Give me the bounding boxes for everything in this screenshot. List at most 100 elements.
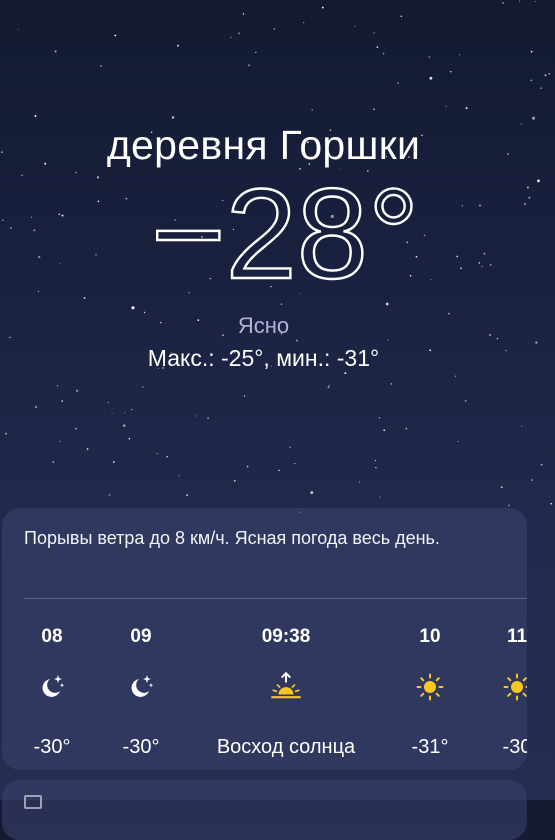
star [534, 0, 536, 3]
star [54, 50, 57, 53]
current-temperature: −28° [150, 162, 421, 307]
sunrise-icon [271, 672, 301, 699]
hour-item: 10 -31° [385, 598, 475, 770]
current-temperature-block: −28° [0, 162, 555, 310]
star [465, 107, 468, 110]
star [56, 385, 59, 387]
star [112, 461, 115, 464]
star [521, 425, 523, 427]
star [294, 462, 296, 465]
star [328, 384, 331, 386]
hour-time: 10 [419, 626, 441, 647]
star [375, 466, 377, 469]
hour-time: 11 [506, 626, 527, 647]
star [195, 415, 197, 417]
hour-time: 09 [130, 626, 152, 647]
star [128, 437, 131, 440]
star [531, 479, 533, 481]
hour-time: 08 [41, 626, 63, 647]
star [303, 22, 305, 24]
star [502, 2, 504, 4]
star [244, 395, 246, 397]
star [387, 339, 389, 341]
star [450, 71, 452, 73]
star [358, 481, 361, 483]
star [311, 109, 313, 111]
star [61, 400, 64, 402]
star [530, 50, 533, 53]
hourly-forecast-scroller[interactable]: 08 -30° 09 -30° 09:38 Восход солнца 10 -… [2, 598, 527, 770]
hour-time: 09:38 [261, 626, 311, 647]
star [530, 79, 533, 82]
star [178, 474, 180, 477]
hour-item: 08 -30° [7, 598, 97, 770]
star [107, 401, 109, 403]
star [390, 383, 393, 385]
star [540, 87, 542, 89]
star [35, 406, 37, 408]
star [458, 54, 461, 56]
moon-stars-icon [131, 675, 154, 697]
star [296, 339, 298, 342]
star [544, 74, 547, 77]
star [376, 46, 379, 48]
star [156, 453, 158, 455]
star [540, 463, 543, 466]
star [400, 15, 403, 18]
star [464, 399, 467, 402]
star [246, 465, 249, 468]
next-forecast-card[interactable] [2, 780, 527, 840]
forecast-summary: Порывы ветра до 8 км/ч. Ясная погода вес… [24, 528, 440, 548]
star [131, 408, 133, 411]
star [378, 417, 381, 419]
star [321, 6, 324, 9]
star [289, 446, 291, 449]
star [5, 432, 7, 435]
star [114, 34, 117, 37]
star [518, 0, 520, 2]
hour-item: 09 -30° [96, 598, 186, 770]
high-low-temperatures: Макс.: -25°, мин.: -31° [147, 345, 380, 371]
sun-icon [503, 673, 527, 701]
current-temperature-value: −28° [151, 170, 419, 306]
star [535, 341, 538, 344]
star [17, 28, 19, 30]
star [454, 375, 456, 377]
hour-item-sunrise: 09:38 Восход солнца [196, 598, 376, 770]
star [207, 417, 210, 420]
star [124, 412, 126, 414]
star [373, 32, 375, 34]
star [550, 502, 553, 505]
star [457, 441, 459, 443]
star [310, 491, 314, 495]
star [122, 424, 126, 427]
star [242, 13, 245, 15]
star [86, 448, 89, 450]
star [111, 412, 113, 414]
star [383, 429, 386, 432]
location-name: деревня Горшки [106, 122, 421, 168]
hour-temperature: -31° [411, 736, 449, 758]
hourly-forecast-card[interactable]: Порывы ветра до 8 км/ч. Ясная погода вес… [2, 508, 527, 770]
star [273, 28, 276, 30]
star [100, 65, 102, 67]
star [34, 115, 37, 117]
star [75, 389, 79, 392]
star [429, 76, 433, 80]
hour-temperature: -30 [502, 736, 527, 758]
star [255, 51, 257, 54]
star [397, 82, 399, 84]
star [186, 494, 189, 497]
star [177, 44, 179, 47]
hour-item: 11 -30 [472, 598, 527, 770]
moon-stars-icon [42, 675, 65, 697]
star [405, 427, 408, 430]
calendar-icon [24, 795, 42, 809]
star [379, 496, 381, 498]
star [327, 386, 330, 388]
star [382, 52, 385, 55]
star [500, 486, 503, 489]
sun-icon [416, 673, 444, 701]
star [445, 105, 447, 108]
star [508, 504, 510, 507]
